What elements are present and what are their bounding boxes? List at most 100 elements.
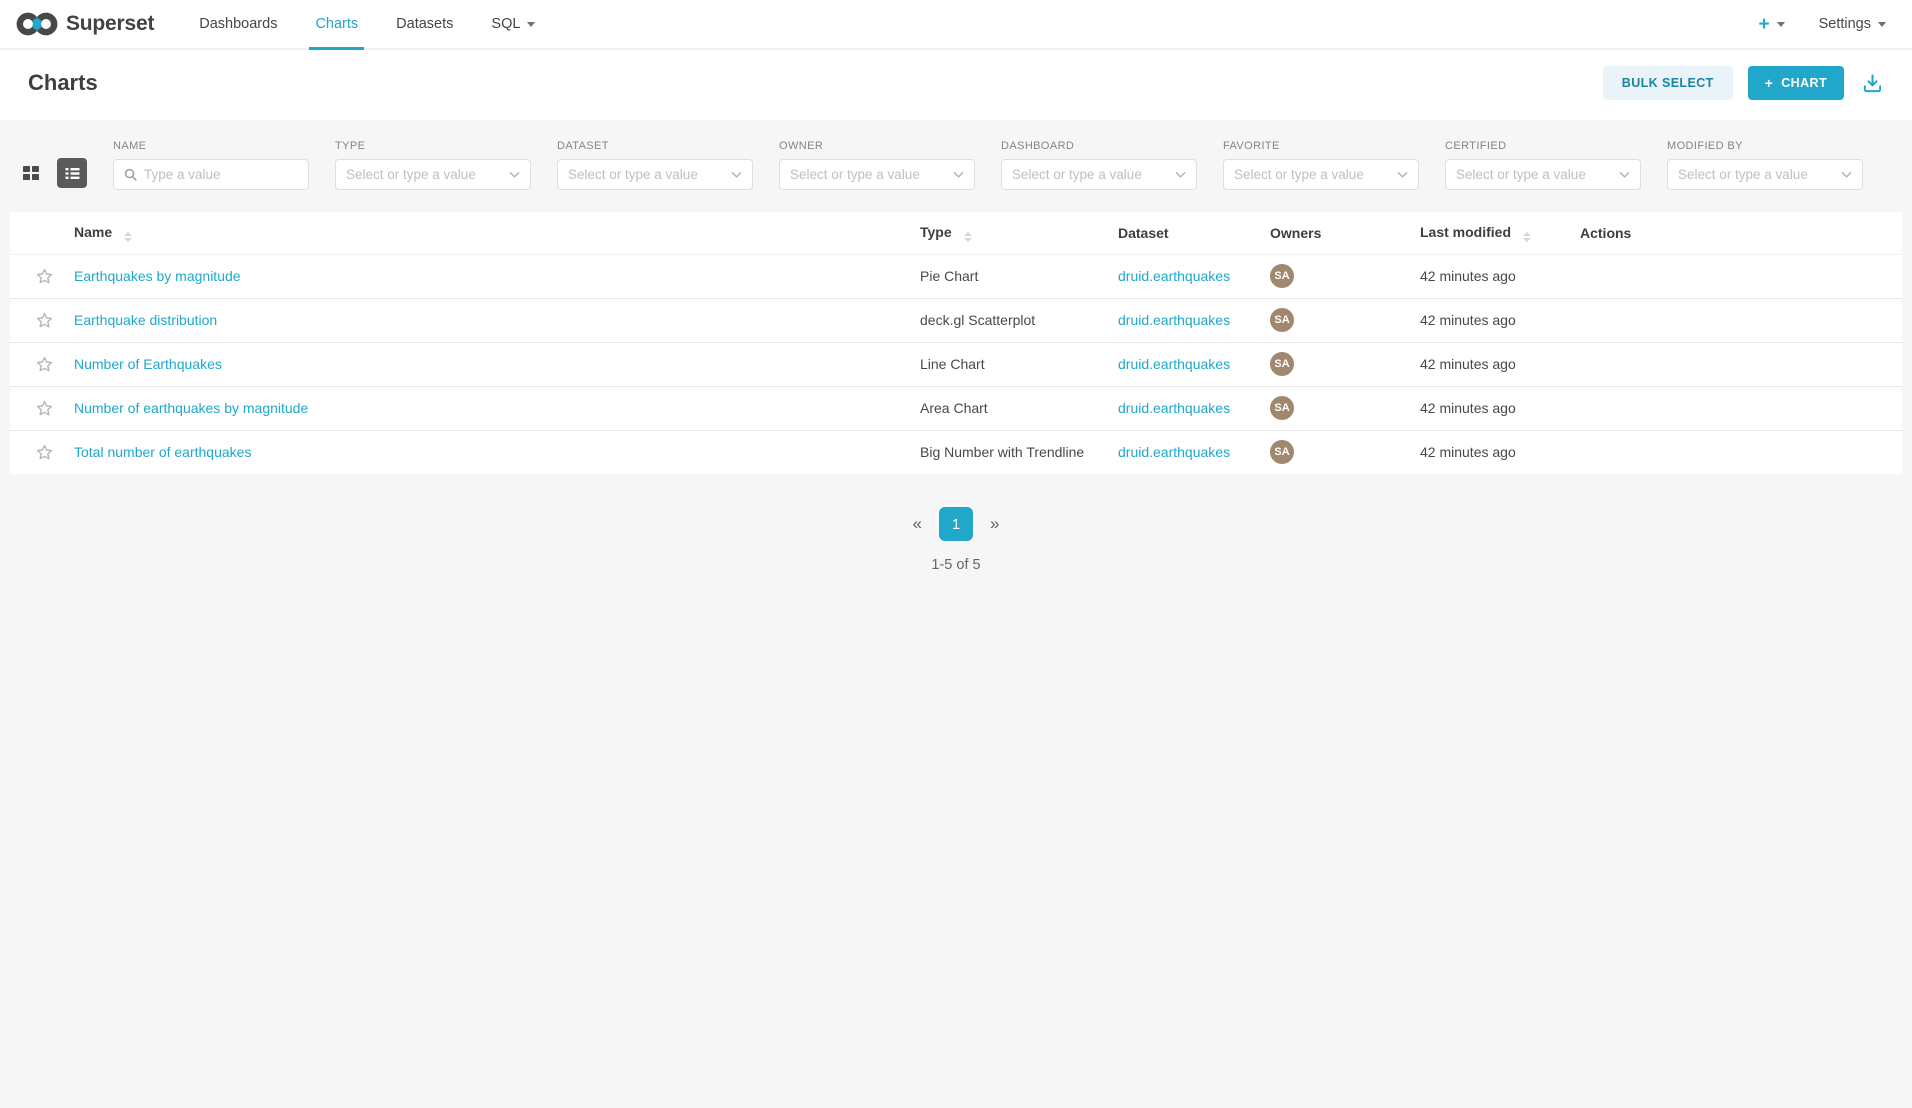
filter-label: NAME (113, 140, 309, 152)
grid-view-icon (22, 164, 40, 182)
dataset-link[interactable]: druid.earthquakes (1118, 356, 1230, 372)
dashboard-filter-select[interactable]: Select or type a value (1001, 159, 1197, 190)
filter-dashboard: DASHBOARD Select or type a value (1001, 140, 1197, 190)
chart-type: Area Chart (912, 386, 1110, 430)
type-filter-select[interactable]: Select or type a value (335, 159, 531, 190)
chart-name-link[interactable]: Number of earthquakes by magnitude (74, 400, 308, 416)
sort-icon (964, 232, 972, 242)
pagination: « 1 » (0, 507, 1912, 541)
chart-name-link[interactable]: Total number of earthquakes (74, 444, 251, 460)
table-row: Number of Earthquakes Line Chart druid.e… (10, 342, 1902, 386)
bulk-select-button[interactable]: BULK SELECT (1603, 66, 1733, 100)
caret-down-icon (527, 22, 535, 27)
last-modified: 42 minutes ago (1412, 298, 1572, 342)
column-header-owners: Owners (1262, 212, 1412, 254)
nav-item-datasets[interactable]: Datasets (377, 0, 472, 48)
add-chart-button[interactable]: + CHART (1748, 66, 1844, 100)
favorite-star-icon[interactable] (36, 312, 53, 329)
new-item-menu[interactable]: + (1758, 15, 1784, 34)
last-modified: 42 minutes ago (1412, 254, 1572, 298)
plus-icon: + (1765, 75, 1774, 91)
table-row: Earthquake distribution deck.gl Scatterp… (10, 298, 1902, 342)
brand-name: Superset (66, 12, 154, 36)
column-header-dataset: Dataset (1110, 212, 1262, 254)
superset-infinity-icon (16, 9, 58, 39)
table-row: Total number of earthquakes Big Number w… (10, 430, 1902, 474)
nav-item-sql[interactable]: SQL (472, 0, 554, 48)
modified-by-filter-select[interactable]: Select or type a value (1667, 159, 1863, 190)
filter-name: NAME (113, 140, 309, 190)
nav-item-dashboards[interactable]: Dashboards (180, 0, 296, 48)
chevron-down-icon (953, 171, 964, 179)
owner-avatar[interactable]: SA (1270, 396, 1294, 420)
owner-avatar[interactable]: SA (1270, 352, 1294, 376)
charts-list-card: Name Type Dataset Owners Last modified (10, 212, 1902, 474)
chart-name-link[interactable]: Number of Earthquakes (74, 356, 222, 372)
chart-type: Line Chart (912, 342, 1110, 386)
filter-label: OWNER (779, 140, 975, 152)
chevron-down-icon (1841, 171, 1852, 179)
chart-type: Big Number with Trendline (912, 430, 1110, 474)
favorite-filter-select[interactable]: Select or type a value (1223, 159, 1419, 190)
page-header: Charts BULK SELECT + CHART (0, 50, 1912, 120)
column-header-type[interactable]: Type (912, 212, 1110, 254)
top-navbar: Superset Dashboards Charts Datasets SQL … (0, 0, 1912, 50)
chart-type: deck.gl Scatterplot (912, 298, 1110, 342)
filter-label: FAVORITE (1223, 140, 1419, 152)
last-modified: 42 minutes ago (1412, 430, 1572, 474)
owner-avatar[interactable]: SA (1270, 308, 1294, 332)
nav-item-charts[interactable]: Charts (296, 0, 377, 48)
name-filter-input[interactable] (144, 167, 298, 182)
column-header-last-modified[interactable]: Last modified (1412, 212, 1572, 254)
sort-icon (1523, 232, 1531, 242)
filter-label: CERTIFIED (1445, 140, 1641, 152)
chart-name-link[interactable]: Earthquakes by magnitude (74, 268, 241, 284)
favorite-star-icon[interactable] (36, 400, 53, 417)
dataset-link[interactable]: druid.earthquakes (1118, 400, 1230, 416)
filter-label: DASHBOARD (1001, 140, 1197, 152)
main-nav: Dashboards Charts Datasets SQL (180, 0, 554, 48)
next-page-button[interactable]: » (990, 514, 999, 534)
column-header-name[interactable]: Name (66, 212, 912, 254)
filter-label: DATASET (557, 140, 753, 152)
filter-owner: OWNER Select or type a value (779, 140, 975, 190)
last-modified: 42 minutes ago (1412, 342, 1572, 386)
chart-name-link[interactable]: Earthquake distribution (74, 312, 217, 328)
page-title: Charts (28, 70, 98, 96)
chevron-down-icon (1175, 171, 1186, 179)
owner-avatar[interactable]: SA (1270, 440, 1294, 464)
row-actions (1572, 254, 1902, 298)
chevron-down-icon (509, 171, 520, 179)
filter-label: MODIFIED BY (1667, 140, 1863, 152)
page-1-button[interactable]: 1 (939, 507, 973, 541)
filter-bar: NAME TYPE Select or type a value DATASET… (0, 120, 1912, 190)
search-icon (124, 168, 137, 181)
download-icon (1861, 72, 1884, 95)
favorite-star-icon[interactable] (36, 444, 53, 461)
list-view-toggle[interactable] (57, 158, 87, 188)
table-row: Earthquakes by magnitude Pie Chart druid… (10, 254, 1902, 298)
card-view-toggle[interactable] (16, 158, 46, 188)
superset-logo[interactable]: Superset (16, 0, 154, 48)
settings-menu[interactable]: Settings (1819, 16, 1886, 32)
dataset-link[interactable]: druid.earthquakes (1118, 444, 1230, 460)
owner-avatar[interactable]: SA (1270, 264, 1294, 288)
dataset-link[interactable]: druid.earthquakes (1118, 268, 1230, 284)
filter-label: TYPE (335, 140, 531, 152)
table-row: Number of earthquakes by magnitude Area … (10, 386, 1902, 430)
caret-down-icon (1878, 22, 1886, 27)
row-actions (1572, 430, 1902, 474)
last-modified: 42 minutes ago (1412, 386, 1572, 430)
certified-filter-select[interactable]: Select or type a value (1445, 159, 1641, 190)
dataset-link[interactable]: druid.earthquakes (1118, 312, 1230, 328)
filter-favorite: FAVORITE Select or type a value (1223, 140, 1419, 190)
sort-icon (124, 232, 132, 242)
dataset-filter-select[interactable]: Select or type a value (557, 159, 753, 190)
prev-page-button[interactable]: « (913, 514, 922, 534)
row-actions (1572, 386, 1902, 430)
chart-type: Pie Chart (912, 254, 1110, 298)
favorite-star-icon[interactable] (36, 356, 53, 373)
favorite-star-icon[interactable] (36, 268, 53, 285)
owner-filter-select[interactable]: Select or type a value (779, 159, 975, 190)
export-charts-button[interactable] (1859, 70, 1886, 97)
